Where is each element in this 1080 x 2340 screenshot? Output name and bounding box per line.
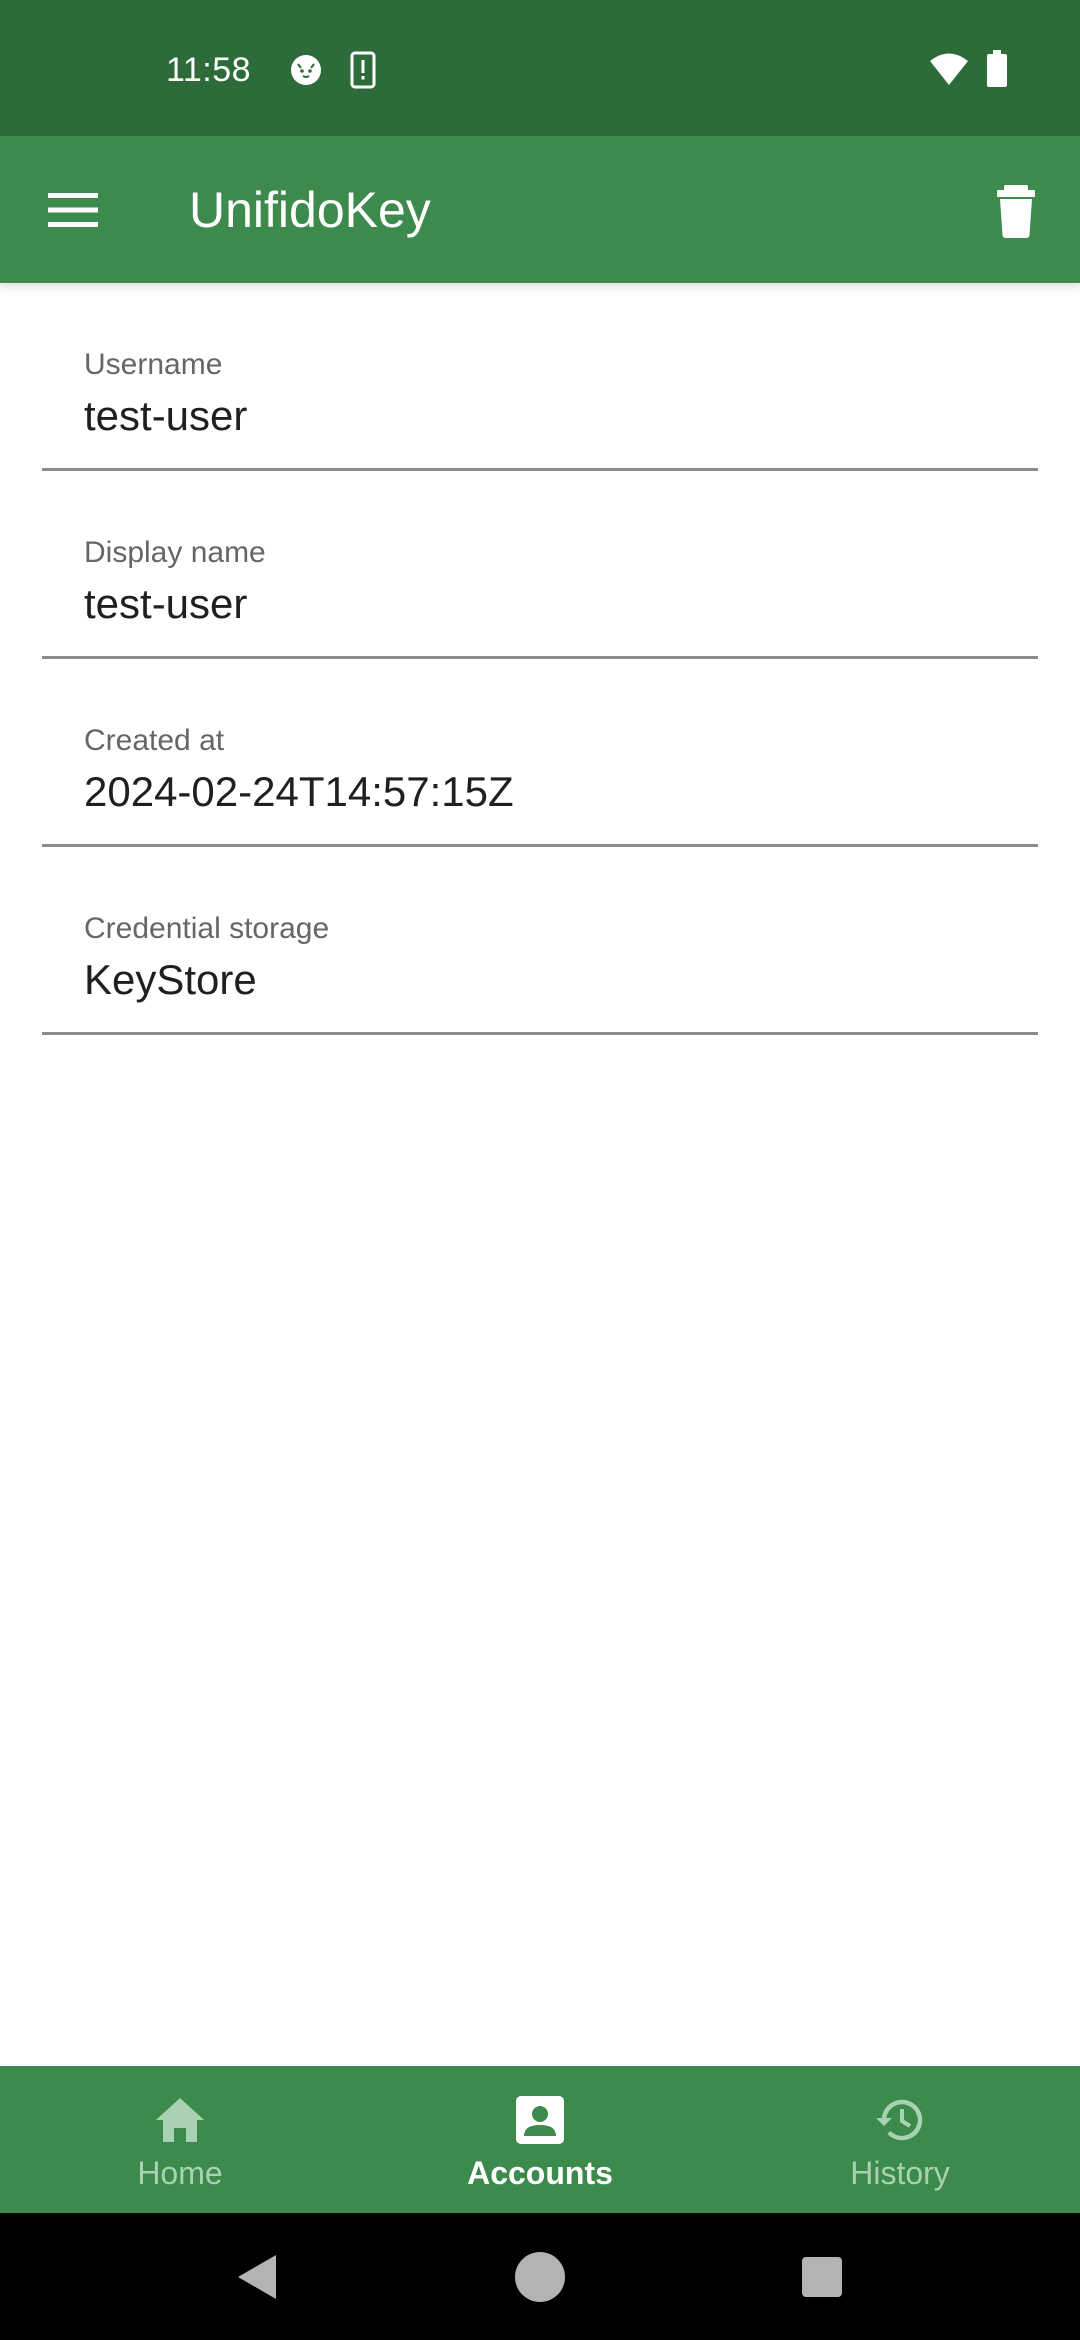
credential-storage-field: Credential storage KeyStore [42, 847, 1038, 1035]
account-box-icon [516, 2096, 564, 2144]
wifi-icon [930, 53, 968, 85]
cat-notification-icon [291, 55, 321, 85]
device-alert-icon [350, 51, 376, 89]
recents-button[interactable] [780, 2235, 864, 2319]
history-icon [876, 2099, 923, 2141]
system-nav-bar [0, 2213, 1080, 2340]
battery-icon [987, 50, 1007, 87]
back-button[interactable] [216, 2235, 300, 2319]
created-at-field: Created at 2024-02-24T14:57:15Z [42, 659, 1038, 847]
app-title: UnifidoKey [189, 182, 431, 238]
status-bar: 11:58 [0, 0, 1080, 136]
display-name-label: Display name [84, 536, 266, 569]
nav-item-accounts[interactable]: Accounts [360, 2066, 720, 2213]
username-value: test-user [84, 392, 248, 439]
display-name-field: Display name test-user [42, 471, 1038, 659]
status-time: 11:58 [166, 51, 252, 89]
created-at-value: 2024-02-24T14:57:15Z [84, 768, 514, 815]
created-at-label: Created at [84, 724, 225, 757]
nav-label-accounts: Accounts [467, 2155, 613, 2191]
menu-button[interactable] [28, 166, 116, 254]
credential-storage-value: KeyStore [84, 956, 257, 1003]
recents-square-icon [802, 2257, 842, 2297]
app-bar: UnifidoKey [0, 136, 1080, 283]
menu-icon [48, 193, 98, 227]
username-field: Username test-user [42, 283, 1038, 471]
nav-label-home: Home [137, 2155, 223, 2191]
home-icon [156, 2098, 204, 2142]
home-circle-icon [515, 2252, 565, 2302]
nav-label-history: History [850, 2155, 950, 2191]
display-name-value: test-user [84, 580, 248, 627]
nav-item-history[interactable]: History [720, 2066, 1080, 2213]
nav-item-home[interactable]: Home [0, 2066, 360, 2213]
home-system-button[interactable] [498, 2235, 582, 2319]
bottom-nav: Home Accounts History [0, 2066, 1080, 2213]
credential-storage-label: Credential storage [84, 912, 330, 945]
trash-icon [997, 185, 1035, 238]
screen: 11:58 UnifidoKey Username test-user Disp… [0, 0, 1080, 2340]
username-label: Username [84, 348, 223, 381]
delete-button[interactable] [972, 166, 1060, 254]
back-triangle-icon [238, 2255, 276, 2299]
